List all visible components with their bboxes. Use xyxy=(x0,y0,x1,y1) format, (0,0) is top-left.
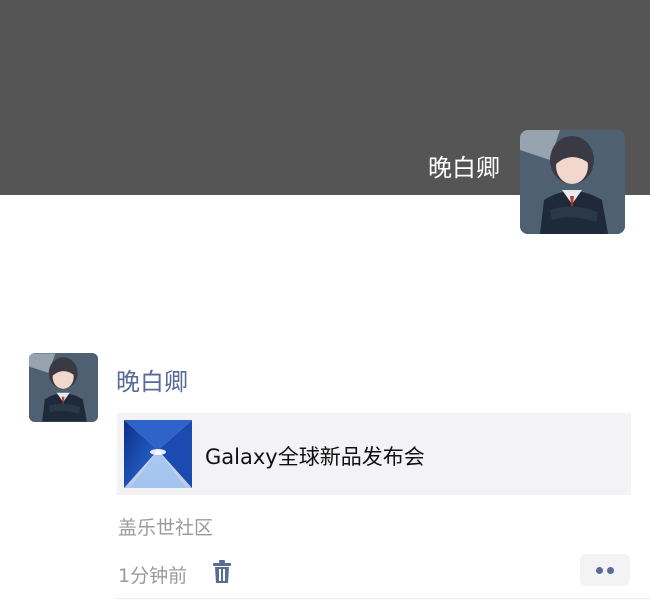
more-dot-icon xyxy=(596,567,603,574)
cover-user-name: 晚白卿 xyxy=(428,154,500,182)
post-time: 1分钟前 xyxy=(118,565,188,587)
more-dot-icon xyxy=(607,567,614,574)
shared-link-card[interactable]: Galaxy全球新品发布会 xyxy=(117,413,631,495)
trash-icon[interactable] xyxy=(211,560,233,584)
link-title: Galaxy全球新品发布会 xyxy=(205,445,425,469)
link-thumbnail xyxy=(124,420,192,488)
divider xyxy=(116,598,650,599)
post-author-name[interactable]: 晚白卿 xyxy=(116,362,188,397)
profile-avatar[interactable] xyxy=(520,130,625,234)
galaxy-thumbnail-image xyxy=(124,420,192,488)
avatar-illustration xyxy=(29,353,98,422)
post-author-avatar[interactable] xyxy=(29,353,98,422)
post-source[interactable]: 盖乐世社区 xyxy=(118,513,213,540)
avatar-illustration xyxy=(520,130,625,234)
more-options-button[interactable] xyxy=(580,554,630,586)
